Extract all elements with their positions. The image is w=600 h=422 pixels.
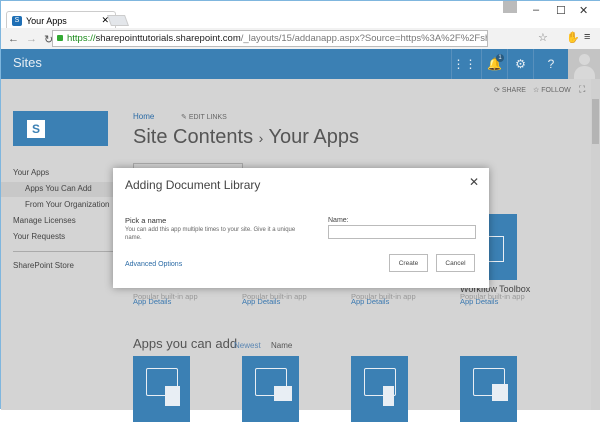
notification-count: 1 <box>496 54 504 62</box>
address-bar-row: ← → ↻ https://sharepointtutorials.sharep… <box>1 28 600 50</box>
close-dialog-icon[interactable]: ✕ <box>469 175 479 189</box>
sort-newest-link[interactable]: Newest <box>234 341 261 350</box>
lock-icon <box>57 35 63 41</box>
url-path: /_layouts/15/addanapp.aspx?Source=https%… <box>240 33 488 44</box>
list-icon <box>274 386 292 401</box>
sort-name-link[interactable]: Name <box>271 341 292 350</box>
picture-icon <box>492 384 508 401</box>
app-launcher-icon[interactable]: ⋮⋮ <box>451 49 477 79</box>
scrollbar-thumb[interactable] <box>592 99 599 144</box>
browser-tab-bar: S Your Apps ✕ – ☐ ✕ <box>1 1 600 29</box>
nav-from-your-organization[interactable]: From Your Organization <box>25 200 110 209</box>
minimize-button[interactable]: – <box>533 4 539 16</box>
page-scrollbar[interactable] <box>591 79 600 410</box>
sites-link[interactable]: Sites <box>13 55 42 70</box>
adding-document-library-dialog: Adding Document Library ✕ Pick a name Yo… <box>113 168 489 288</box>
app-details-link[interactable]: App Details <box>460 297 498 306</box>
back-icon[interactable]: ← <box>8 33 19 45</box>
advanced-options-link[interactable]: Advanced Options <box>125 261 182 268</box>
avatar[interactable] <box>568 49 600 79</box>
notifications-bell-icon[interactable]: 🔔 1 <box>481 49 507 79</box>
user-profile-icon[interactable] <box>503 1 517 13</box>
nav-your-apps[interactable]: Your Apps <box>13 168 49 177</box>
focus-content-icon[interactable]: ⛶ <box>579 84 585 95</box>
menu-icon[interactable]: ≡ <box>584 31 590 43</box>
share-button[interactable]: ⟳ SHARE <box>494 86 526 94</box>
app-details-link[interactable]: App Details <box>351 297 389 306</box>
create-button[interactable]: Create <box>389 254 428 272</box>
name-label: Name: <box>328 217 349 224</box>
app-tile-document-library[interactable] <box>133 356 190 422</box>
help-icon[interactable]: ? <box>533 49 568 79</box>
url-input[interactable]: https://sharepointtutorials.sharepoint.c… <box>52 30 488 47</box>
maximize-button[interactable]: ☐ <box>556 4 566 17</box>
asset-icon <box>383 386 394 406</box>
bookmark-star-icon[interactable]: ☆ <box>538 31 548 44</box>
cancel-button[interactable]: Cancel <box>436 254 475 272</box>
app-tile-custom-list[interactable] <box>242 356 299 422</box>
follow-button[interactable]: ☆ FOLLOW <box>533 86 571 94</box>
pick-name-description: You can add this app multiple times to y… <box>125 227 296 241</box>
nav-sharepoint-store[interactable]: SharePoint Store <box>13 261 74 270</box>
nav-manage-licenses[interactable]: Manage Licenses <box>13 216 76 225</box>
close-window-button[interactable]: ✕ <box>579 4 588 17</box>
app-details-link[interactable]: App Details <box>133 297 171 306</box>
forward-icon[interactable]: → <box>26 33 37 45</box>
suite-bar: Sites ⋮⋮ 🔔 1 ⚙ ? <box>1 49 600 79</box>
sharepoint-favicon-icon: S <box>12 15 22 26</box>
url-domain: sharepointtutorials.sharepoint.com <box>95 33 241 44</box>
extension-icon[interactable]: ✋ <box>566 31 580 44</box>
nav-divider <box>13 251 113 252</box>
nav-your-requests[interactable]: Your Requests <box>13 232 65 241</box>
document-icon <box>165 386 180 406</box>
settings-gear-icon[interactable]: ⚙ <box>507 49 533 79</box>
apps-you-can-add-heading: Apps you can add <box>133 336 238 351</box>
nav-apps-you-can-add[interactable]: Apps You Can Add <box>25 184 92 193</box>
pick-name-label: Pick a name <box>125 216 167 225</box>
app-details-link[interactable]: App Details <box>242 297 280 306</box>
new-tab-button[interactable] <box>106 15 130 26</box>
app-tile-picture-library[interactable] <box>460 356 517 422</box>
browser-tab[interactable]: S Your Apps ✕ <box>6 11 116 29</box>
site-logo[interactable]: S <box>13 111 108 146</box>
tab-title: Your Apps <box>26 15 67 26</box>
page-title: Site Contents › Your Apps <box>133 126 359 148</box>
name-input[interactable] <box>328 225 476 239</box>
edit-links-button[interactable]: ✎ EDIT LINKS <box>181 113 227 121</box>
dialog-title: Adding Document Library <box>125 178 261 192</box>
app-tile-asset-library[interactable] <box>351 356 408 422</box>
breadcrumb-home[interactable]: Home <box>133 112 154 121</box>
url-scheme: https:// <box>67 33 96 44</box>
